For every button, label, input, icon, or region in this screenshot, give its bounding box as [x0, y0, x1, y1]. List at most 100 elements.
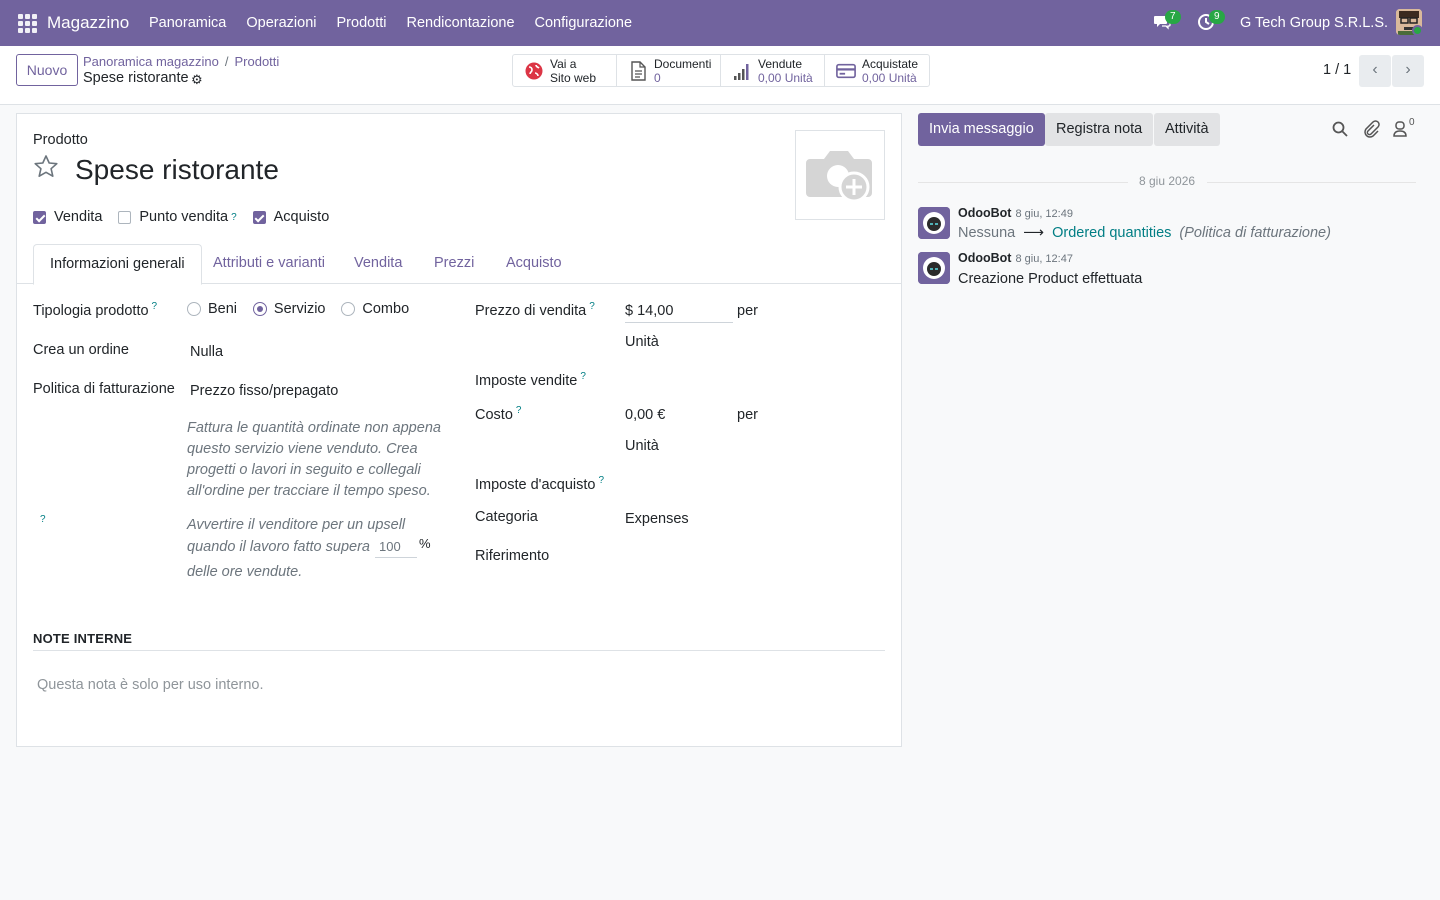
activities-button[interactable]: 9: [1197, 10, 1225, 33]
help-tooltip-icon[interactable]: ?: [580, 371, 586, 382]
breadcrumb-item[interactable]: Panoramica magazzino: [83, 54, 219, 69]
checkbox-label: Punto vendita: [139, 209, 229, 225]
tab-sales[interactable]: Vendita: [338, 244, 418, 284]
separator-line: [1207, 182, 1416, 183]
smart-button-line1: Documenti: [654, 57, 712, 71]
author-name[interactable]: OdooBot: [958, 251, 1011, 265]
cost-input[interactable]: 0,00 €: [625, 407, 665, 423]
internal-notes-field[interactable]: Questa nota è solo per uso interno.: [37, 677, 877, 701]
upsell-warning-text: Avvertire il venditore per un upsell qua…: [187, 515, 457, 583]
sale-unit-select[interactable]: Unità: [625, 334, 659, 350]
activities-button[interactable]: Attività: [1154, 113, 1220, 146]
tab-prices[interactable]: Prezzi: [418, 244, 490, 284]
tab-purchase[interactable]: Acquisto: [490, 244, 578, 284]
menu-item-panoramica[interactable]: Panoramica: [149, 15, 226, 31]
apps-grid-icon[interactable]: [17, 13, 37, 33]
send-message-button[interactable]: Invia messaggio: [918, 113, 1045, 146]
field-label-sale-price: Prezzo di vendita?: [475, 301, 595, 319]
smart-button-website[interactable]: Vai a Sito web: [513, 55, 617, 86]
product-type-radio-group: Beni Servizio Combo: [187, 301, 421, 319]
avatar[interactable]: [918, 207, 950, 239]
category-select[interactable]: Expenses: [625, 511, 689, 527]
search-icon[interactable]: [1331, 120, 1349, 138]
menu-item-configurazione[interactable]: Configurazione: [535, 15, 633, 31]
radio-button[interactable]: [341, 302, 356, 316]
upsell-text-line: Avvertire il venditore per un upsell: [187, 517, 406, 533]
paperclip-icon[interactable]: [1362, 120, 1380, 138]
main-menu: Panoramica Operazioni Prodotti Rendicont…: [149, 15, 652, 31]
checkbox-label: Acquisto: [273, 209, 330, 225]
tab-general-info[interactable]: Informazioni generali: [33, 244, 202, 285]
radio-goods[interactable]: Beni: [187, 301, 237, 317]
globe-icon: [525, 62, 543, 80]
tracking-new-value: Ordered quantities: [1052, 225, 1172, 241]
control-panel: Nuovo Panoramica magazzino / Prodotti Spes…: [0, 46, 1440, 105]
company-switcher[interactable]: G Tech Group S.R.L.S.: [1240, 15, 1388, 31]
smart-button-purchased[interactable]: Acquistate 0,00 Unità: [825, 55, 929, 86]
star-icon[interactable]: [33, 154, 59, 180]
app-name[interactable]: Magazzino: [47, 13, 129, 33]
online-status-dot: [1412, 25, 1423, 36]
help-tooltip-icon[interactable]: ?: [516, 405, 522, 416]
checkbox-sale[interactable]: Vendita: [33, 209, 102, 225]
radio-button[interactable]: [187, 302, 201, 316]
radio-service[interactable]: Servizio: [252, 301, 326, 317]
notebook-tabs: Informazioni generali Attributi e varian…: [17, 244, 901, 285]
tab-attributes-variants[interactable]: Attributi e varianti: [197, 244, 341, 284]
smart-buttons: Vai a Sito web Documenti 0 Vendute 0,00 …: [512, 54, 930, 87]
checkbox-label: Vendita: [54, 209, 103, 225]
chevron-left-icon: ‹: [1372, 61, 1378, 78]
new-button[interactable]: Nuovo: [16, 54, 78, 86]
help-tooltip-icon[interactable]: ?: [589, 301, 595, 312]
messages-button[interactable]: 7: [1153, 10, 1181, 33]
create-order-select[interactable]: Nulla: [190, 344, 223, 360]
smart-button-documents[interactable]: Documenti 0: [617, 55, 721, 86]
pager-counter[interactable]: 1 / 1: [1323, 62, 1351, 78]
chevron-right-icon: ›: [1405, 61, 1411, 78]
label-text: Tipologia prodotto: [33, 302, 149, 319]
cost-unit-select[interactable]: Unità: [625, 438, 659, 454]
checkbox-pos[interactable]: Punto vendita?: [118, 209, 237, 225]
menu-item-operazioni[interactable]: Operazioni: [246, 15, 316, 31]
smart-button-sold[interactable]: Vendute 0,00 Unità: [721, 55, 825, 86]
smart-button-line2: 0,00 Unità: [862, 71, 917, 85]
help-tooltip-icon[interactable]: ?: [598, 475, 604, 486]
product-image-upload[interactable]: [795, 130, 885, 220]
log-note-button[interactable]: Registra nota: [1045, 113, 1154, 146]
smart-button-line2: Sito web: [550, 71, 597, 85]
per-label: per: [737, 303, 758, 319]
sale-price-input[interactable]: $ 14,00: [625, 303, 733, 323]
checkbox-box[interactable]: [252, 210, 266, 224]
pager-next-button[interactable]: ›: [1392, 55, 1424, 87]
avatar[interactable]: [918, 252, 950, 284]
author-name[interactable]: OdooBot: [958, 206, 1011, 220]
checkbox-box[interactable]: [33, 210, 46, 224]
checkbox-box[interactable]: [118, 210, 132, 224]
radio-button[interactable]: [252, 302, 267, 316]
field-label-reference: Riferimento: [475, 548, 550, 564]
help-tooltip-icon[interactable]: ?: [152, 301, 158, 312]
document-icon: [631, 61, 646, 81]
breadcrumb-item[interactable]: Prodotti: [234, 54, 279, 69]
top-navbar: Magazzino Panoramica Operazioni Prodotti…: [0, 0, 1440, 46]
upsell-threshold-input[interactable]: 100: [375, 536, 417, 558]
followers-button[interactable]: 0: [1393, 117, 1417, 139]
product-name-field[interactable]: Spese ristorante: [75, 154, 279, 186]
invoice-policy-select[interactable]: Prezzo fisso/prepagato: [190, 383, 338, 399]
field-label-purchase-taxes: Imposte d'acquisto?: [475, 475, 604, 493]
menu-item-prodotti[interactable]: Prodotti: [337, 15, 387, 31]
field-label-sale-taxes: Imposte vendite?: [475, 371, 586, 389]
help-tooltip-icon[interactable]: ?: [231, 212, 237, 223]
field-label-invoice-policy: Politica di fatturazione: [33, 381, 175, 397]
product-label: Prodotto: [33, 132, 88, 148]
checkbox-purchase[interactable]: Acquisto: [252, 209, 330, 225]
menu-item-rendicontazione[interactable]: Rendicontazione: [406, 15, 514, 31]
reference-input[interactable]: [625, 548, 885, 568]
radio-combo[interactable]: Combo: [341, 301, 409, 317]
label-text: Imposte vendite: [475, 372, 578, 389]
pager-previous-button[interactable]: ‹: [1359, 55, 1391, 87]
help-tooltip-icon[interactable]: ?: [40, 514, 46, 525]
message-author: OdooBot 8 giu, 12:47: [958, 251, 1073, 265]
radio-label: Beni: [208, 301, 238, 317]
gear-icon[interactable]: ⚙: [191, 72, 203, 88]
